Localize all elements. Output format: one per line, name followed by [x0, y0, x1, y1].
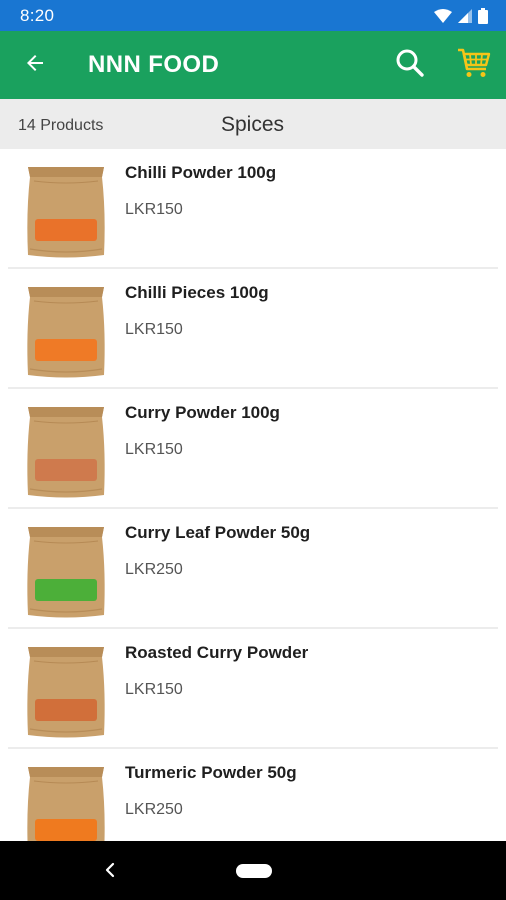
- cart-button[interactable]: [442, 31, 506, 99]
- cart-icon: [457, 47, 491, 84]
- product-price: LKR150: [125, 201, 183, 218]
- product-name: Chilli Pieces 100g: [125, 283, 269, 302]
- product-name: Curry Leaf Powder 50g: [125, 523, 311, 542]
- product-price: LKR150: [125, 321, 183, 338]
- product-image: [22, 403, 110, 501]
- product-count: 14 Products: [18, 117, 104, 134]
- product-item[interactable]: Curry Leaf Powder 50g LKR250: [0, 509, 506, 629]
- nav-bar: [0, 841, 506, 900]
- product-name: Turmeric Powder 50g: [125, 763, 297, 782]
- product-name: Curry Powder 100g: [125, 403, 280, 422]
- wifi-icon: [434, 8, 452, 23]
- product-name: Roasted Curry Powder: [125, 643, 309, 662]
- product-item[interactable]: Turmeric Powder 50g LKR250: [0, 749, 506, 841]
- product-price: LKR150: [125, 441, 183, 458]
- product-image: [22, 763, 110, 841]
- nav-back-button[interactable]: [96, 858, 124, 886]
- nav-back-icon: [104, 862, 116, 883]
- product-image: [22, 283, 110, 381]
- product-price: LKR250: [125, 801, 183, 818]
- product-price: LKR250: [125, 561, 183, 578]
- status-time: 8:20: [20, 5, 55, 25]
- app-actions: [378, 31, 506, 99]
- app-title: NNN FOOD: [88, 51, 220, 78]
- product-image: [22, 643, 110, 741]
- product-image: [22, 523, 110, 621]
- search-button[interactable]: [378, 31, 442, 99]
- product-item[interactable]: Chilli Pieces 100g LKR150: [0, 269, 506, 389]
- product-price: LKR150: [125, 681, 183, 698]
- product-list[interactable]: Chilli Powder 100g LKR150 Chilli Pieces 10…: [0, 149, 506, 841]
- product-item[interactable]: Curry Powder 100g LKR150: [0, 389, 506, 509]
- product-item[interactable]: Roasted Curry Powder LKR150: [0, 629, 506, 749]
- product-name: Chilli Powder 100g: [125, 163, 277, 182]
- back-button[interactable]: [0, 31, 70, 99]
- category-header: 14 Products Spices: [0, 99, 506, 149]
- app-bar: NNN FOOD: [0, 31, 506, 99]
- screen: 8:20 NNN FOOD 14 Products Spices Chilli …: [0, 0, 506, 900]
- product-image: [22, 163, 110, 261]
- signal-icon: [458, 8, 472, 23]
- status-bar: 8:20: [0, 0, 506, 31]
- search-icon: [395, 48, 425, 83]
- category-title: Spices: [221, 113, 285, 136]
- product-item[interactable]: Chilli Powder 100g LKR150: [0, 149, 506, 269]
- arrow-left-icon: [23, 51, 47, 80]
- status-icons: [434, 7, 488, 24]
- battery-icon: [478, 7, 488, 24]
- nav-home-button[interactable]: [236, 864, 272, 878]
